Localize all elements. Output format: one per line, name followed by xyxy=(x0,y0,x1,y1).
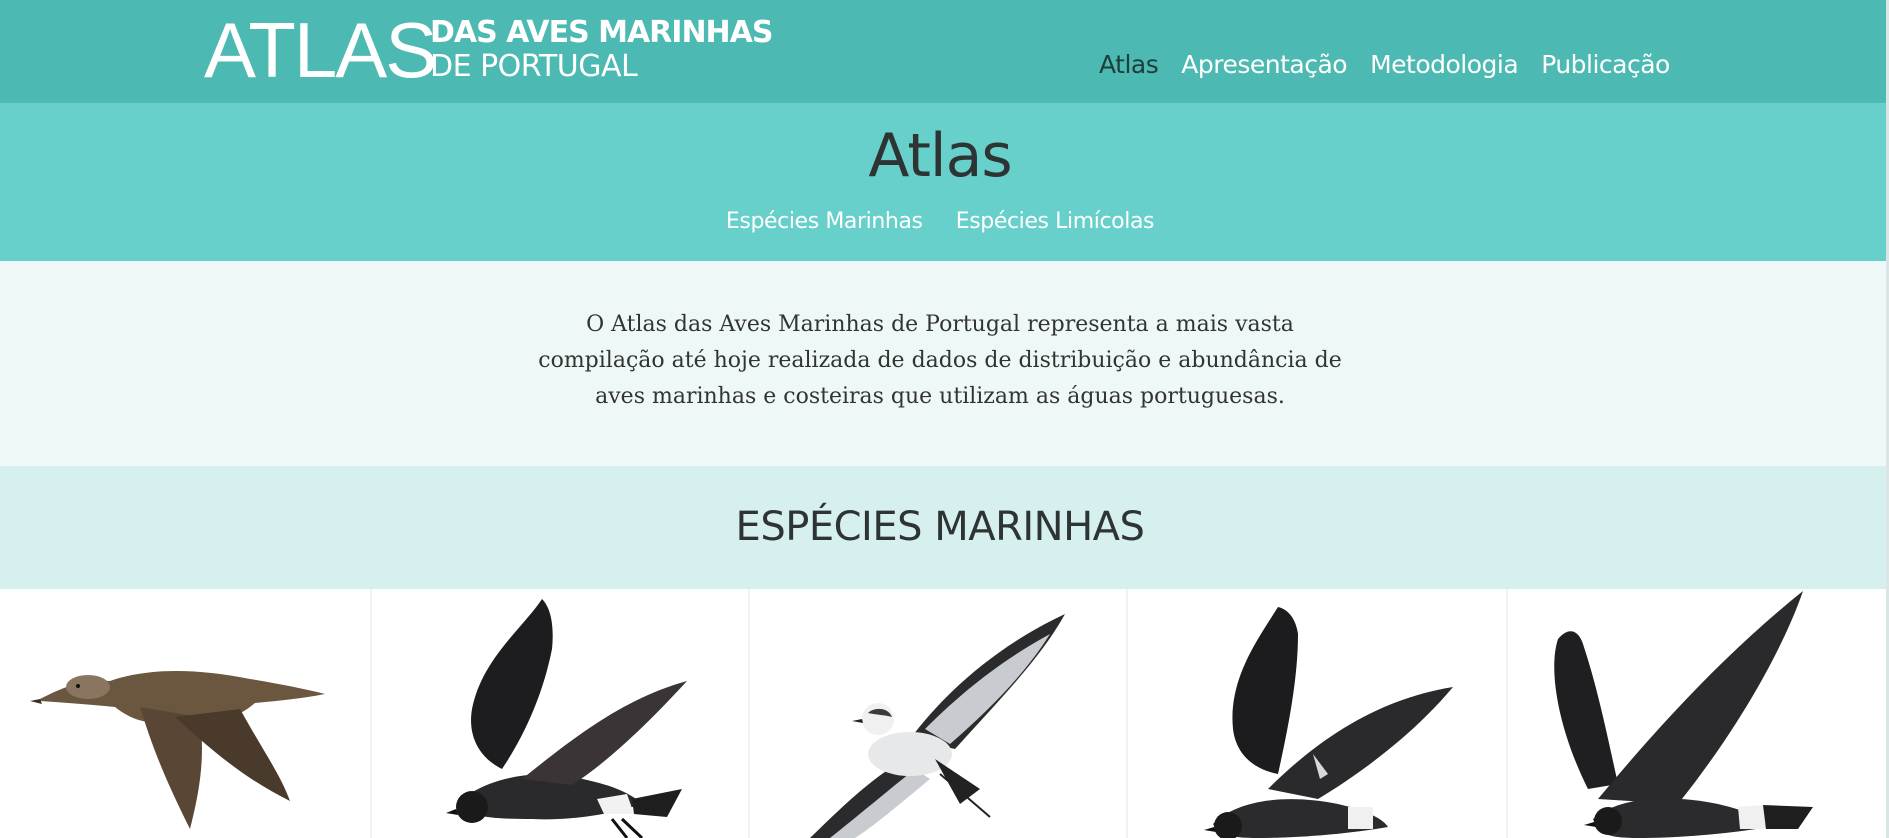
site-header: ATLAS DAS AVES MARINHAS DE PORTUGAL Atla… xyxy=(0,0,1889,103)
intro-section: O Atlas das Aves Marinhas de Portugal re… xyxy=(0,261,1889,466)
logo-main-text: ATLAS xyxy=(204,6,437,94)
species-card[interactable] xyxy=(1508,589,1886,838)
dark-storm-petrel-icon xyxy=(446,599,687,838)
species-grid xyxy=(0,589,1889,838)
subnav-link-especies-marinhas[interactable]: Espécies Marinhas xyxy=(726,209,923,234)
species-card[interactable] xyxy=(0,589,372,838)
band-rumped-storm-petrel-icon xyxy=(1204,607,1453,838)
species-card[interactable] xyxy=(750,589,1128,838)
leach-storm-petrel-icon xyxy=(1554,591,1813,838)
atlas-banner: Atlas Espécies Marinhas Espécies Limícol… xyxy=(0,103,1889,261)
logo-line-1: DAS AVES MARINHAS xyxy=(430,15,773,50)
subnav-link-especies-limicolas[interactable]: Espécies Limícolas xyxy=(956,209,1155,234)
main-nav: Atlas Apresentação Metodologia Publicaçã… xyxy=(1099,50,1693,79)
nav-link-publicacao[interactable]: Publicação xyxy=(1541,50,1670,79)
intro-text: O Atlas das Aves Marinhas de Portugal re… xyxy=(538,312,1342,409)
section-title: ESPÉCIES MARINHAS xyxy=(735,504,1145,550)
nav-link-metodologia[interactable]: Metodologia xyxy=(1370,50,1519,79)
page-title: Atlas xyxy=(868,121,1012,191)
white-faced-storm-petrel-icon xyxy=(810,614,1065,838)
nav-link-apresentacao[interactable]: Apresentação xyxy=(1181,50,1347,79)
brown-duck-icon xyxy=(30,671,325,829)
section-header: ESPÉCIES MARINHAS xyxy=(0,466,1889,589)
logo-subtitle: DAS AVES MARINHAS DE PORTUGAL xyxy=(430,16,773,84)
species-card[interactable] xyxy=(1128,589,1508,838)
species-card[interactable] xyxy=(372,589,750,838)
sub-nav: Espécies Marinhas Espécies Limícolas xyxy=(0,209,1880,234)
logo-line-2: DE PORTUGAL xyxy=(430,49,638,84)
nav-link-atlas[interactable]: Atlas xyxy=(1099,50,1159,79)
